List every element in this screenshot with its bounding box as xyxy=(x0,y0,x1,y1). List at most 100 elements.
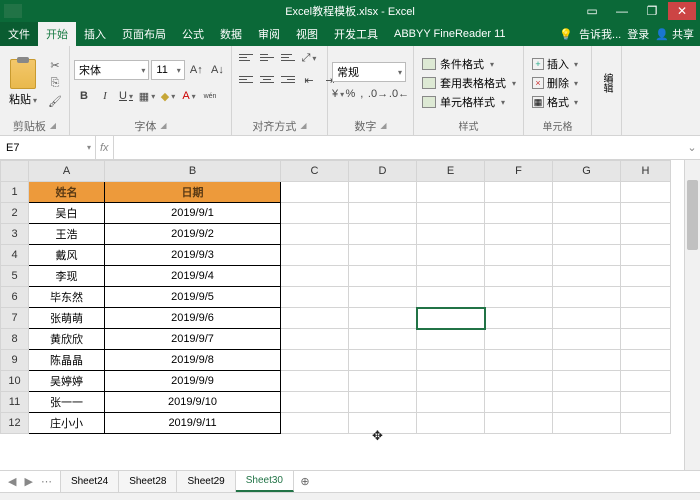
cell[interactable] xyxy=(417,329,485,350)
fill-color-button[interactable]: ◆ xyxy=(158,86,178,106)
tab-home[interactable]: 开始 xyxy=(38,22,76,46)
align-top-button[interactable] xyxy=(236,48,256,66)
table-format-button[interactable]: 套用表格格式 xyxy=(418,74,520,92)
decrease-decimal-button[interactable]: .0← xyxy=(389,84,409,104)
cell[interactable] xyxy=(485,350,553,371)
tell-me[interactable]: 告诉我... xyxy=(579,26,621,42)
cell[interactable] xyxy=(553,350,621,371)
cell[interactable]: 日期 xyxy=(105,182,281,203)
cell[interactable] xyxy=(621,287,671,308)
tab-dev[interactable]: 开发工具 xyxy=(326,22,386,46)
cell[interactable] xyxy=(417,224,485,245)
cell[interactable] xyxy=(417,287,485,308)
row-header[interactable]: 1 xyxy=(1,182,29,203)
tab-formula[interactable]: 公式 xyxy=(174,22,212,46)
row-header[interactable]: 6 xyxy=(1,287,29,308)
cell[interactable] xyxy=(281,245,349,266)
cell[interactable] xyxy=(621,203,671,224)
cell[interactable] xyxy=(281,329,349,350)
cell[interactable]: 2019/9/2 xyxy=(105,224,281,245)
delete-cells-button[interactable]: ×删除 xyxy=(528,74,582,92)
cell[interactable]: 吴婷婷 xyxy=(29,371,105,392)
cell[interactable] xyxy=(485,182,553,203)
cell[interactable] xyxy=(621,392,671,413)
worksheet-grid[interactable]: ABCDEFGH1姓名日期2吴白2019/9/13王浩2019/9/24戴风20… xyxy=(0,160,700,470)
align-right-button[interactable] xyxy=(278,70,298,88)
cell[interactable]: 2019/9/5 xyxy=(105,287,281,308)
col-header[interactable]: A xyxy=(29,161,105,182)
copy-button[interactable]: ⎘ xyxy=(46,75,64,91)
row-header[interactable]: 2 xyxy=(1,203,29,224)
dialog-launcher-icon[interactable]: ◢ xyxy=(50,121,56,130)
row-header[interactable]: 5 xyxy=(1,266,29,287)
cell[interactable]: 张一一 xyxy=(29,392,105,413)
cell[interactable] xyxy=(485,413,553,434)
decrease-indent-button[interactable]: ⇤ xyxy=(299,70,319,90)
row-header[interactable]: 9 xyxy=(1,350,29,371)
cell[interactable] xyxy=(485,371,553,392)
sheet-tab[interactable]: Sheet28 xyxy=(119,471,177,492)
underline-button[interactable]: U xyxy=(116,86,136,106)
sheet-nav-more-icon[interactable]: ⋯ xyxy=(41,475,52,488)
cell[interactable] xyxy=(553,413,621,434)
italic-button[interactable]: I xyxy=(95,86,115,106)
cell[interactable] xyxy=(485,224,553,245)
dialog-launcher-icon[interactable]: ◢ xyxy=(160,121,166,130)
cell[interactable]: 2019/9/4 xyxy=(105,266,281,287)
sheet-tab[interactable]: Sheet24 xyxy=(61,471,119,492)
row-header[interactable]: 4 xyxy=(1,245,29,266)
close-button[interactable]: ✕ xyxy=(668,2,696,20)
cell-styles-button[interactable]: 单元格样式 xyxy=(418,93,520,111)
cell[interactable] xyxy=(349,182,417,203)
col-header[interactable]: H xyxy=(621,161,671,182)
tab-review[interactable]: 审阅 xyxy=(250,22,288,46)
align-bottom-button[interactable] xyxy=(278,48,298,66)
fx-icon[interactable]: fx xyxy=(100,142,109,154)
insert-cells-button[interactable]: +插入 xyxy=(528,55,582,73)
cell[interactable]: 毕东然 xyxy=(29,287,105,308)
cell[interactable]: 张萌萌 xyxy=(29,308,105,329)
increase-decimal-button[interactable]: .0→ xyxy=(368,84,388,104)
col-header[interactable]: C xyxy=(281,161,349,182)
cut-button[interactable]: ✂ xyxy=(46,57,64,73)
cell[interactable] xyxy=(349,413,417,434)
cell[interactable] xyxy=(485,329,553,350)
cell[interactable] xyxy=(417,203,485,224)
comma-style-button[interactable]: , xyxy=(357,84,367,104)
cell[interactable] xyxy=(417,350,485,371)
cell[interactable] xyxy=(621,308,671,329)
cell[interactable] xyxy=(621,371,671,392)
tab-abbyy[interactable]: ABBYY FineReader 11 xyxy=(386,22,514,46)
share-button[interactable]: 👤 共享 xyxy=(655,26,694,42)
row-header[interactable]: 3 xyxy=(1,224,29,245)
cell[interactable] xyxy=(621,224,671,245)
row-header[interactable]: 10 xyxy=(1,371,29,392)
cell[interactable] xyxy=(349,224,417,245)
cell[interactable]: 姓名 xyxy=(29,182,105,203)
border-button[interactable]: ▦ xyxy=(137,86,157,106)
cell[interactable] xyxy=(621,329,671,350)
increase-font-icon[interactable]: A↑ xyxy=(187,60,206,80)
cell[interactable] xyxy=(621,182,671,203)
cell[interactable] xyxy=(553,371,621,392)
cell[interactable]: 2019/9/8 xyxy=(105,350,281,371)
cell[interactable]: 2019/9/10 xyxy=(105,392,281,413)
row-header[interactable]: 11 xyxy=(1,392,29,413)
expand-formula-bar-icon[interactable]: ⌄ xyxy=(684,136,700,159)
group-editing[interactable]: 编辑 xyxy=(599,73,614,93)
new-sheet-button[interactable]: ⊕ xyxy=(294,471,316,492)
cell[interactable] xyxy=(349,203,417,224)
cell[interactable] xyxy=(349,392,417,413)
tab-file[interactable]: 文件 xyxy=(0,22,38,46)
cell[interactable] xyxy=(281,392,349,413)
formula-bar[interactable] xyxy=(114,136,684,159)
tab-layout[interactable]: 页面布局 xyxy=(114,22,174,46)
select-all-corner[interactable] xyxy=(1,161,29,182)
cell[interactable] xyxy=(281,371,349,392)
name-box[interactable]: E7 xyxy=(0,136,96,159)
cell[interactable] xyxy=(621,266,671,287)
cell[interactable] xyxy=(417,371,485,392)
cell[interactable] xyxy=(417,413,485,434)
minimize-button[interactable]: — xyxy=(608,2,636,20)
sheet-nav-prev-icon[interactable]: ◀ xyxy=(8,475,16,488)
